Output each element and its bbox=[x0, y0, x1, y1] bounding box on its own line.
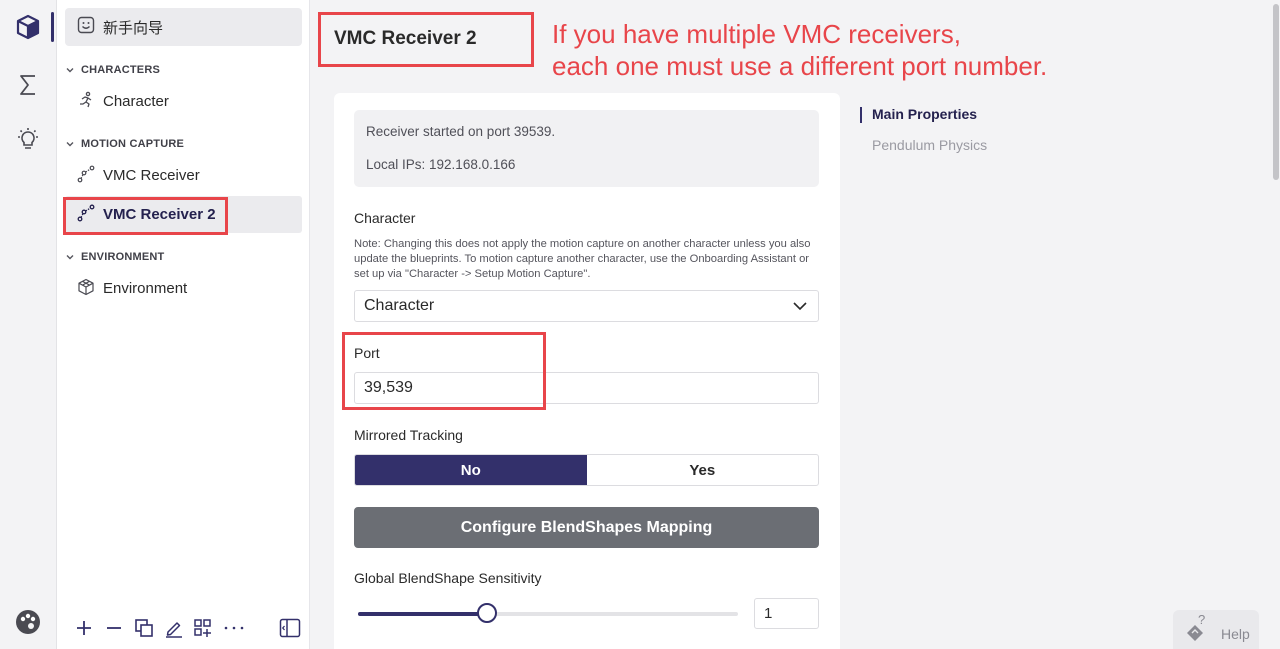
sidebar: 新手向导 CHARACTERS Character MOTION CAPTURE… bbox=[57, 0, 310, 649]
sidebar-item-label: Environment bbox=[103, 280, 188, 297]
scrollbar-thumb[interactable] bbox=[1273, 4, 1279, 180]
sigma-icon[interactable] bbox=[10, 67, 46, 103]
highlight-box-port bbox=[342, 332, 546, 410]
add-grid-icon[interactable] bbox=[189, 613, 219, 643]
character-label: Character bbox=[354, 210, 416, 226]
mirrored-yes-option[interactable]: Yes bbox=[587, 455, 819, 485]
duplicate-icon[interactable] bbox=[129, 613, 159, 643]
toc-item-main-properties[interactable]: Main Properties bbox=[860, 106, 987, 137]
smiley-icon bbox=[77, 16, 95, 38]
main-panel: VMC Receiver 2 If you have multiple VMC … bbox=[310, 0, 1272, 649]
sidebar-item-label: Character bbox=[103, 93, 169, 110]
chevron-down-icon bbox=[66, 142, 74, 147]
section-title: MOTION CAPTURE bbox=[81, 138, 185, 150]
help-icon: ? bbox=[1183, 612, 1209, 646]
palette-icon[interactable] bbox=[10, 604, 46, 640]
toggle-panel-icon[interactable] bbox=[275, 613, 305, 643]
more-icon[interactable] bbox=[219, 613, 249, 643]
mirrored-tracking-label: Mirrored Tracking bbox=[354, 427, 463, 443]
character-select[interactable]: Character bbox=[354, 290, 819, 322]
sidebar-item-label: VMC Receiver bbox=[103, 167, 200, 184]
motion-nodes-icon bbox=[77, 165, 95, 187]
add-icon[interactable] bbox=[69, 613, 99, 643]
local-ips-text: Local IPs: 192.168.0.166 bbox=[366, 157, 516, 172]
onboarding-label: 新手向导 bbox=[103, 19, 164, 37]
activity-rail bbox=[0, 0, 57, 649]
sensitivity-slider-track[interactable] bbox=[358, 612, 738, 616]
sidebar-item-character[interactable]: Character bbox=[65, 83, 302, 120]
chevron-down-icon bbox=[793, 302, 807, 311]
section-environment[interactable]: ENVIRONMENT bbox=[65, 251, 164, 263]
configure-blendshapes-button[interactable]: Configure BlendShapes Mapping bbox=[354, 507, 819, 548]
status-text: Receiver started on port 39539. bbox=[366, 124, 556, 139]
remove-icon[interactable] bbox=[99, 613, 129, 643]
sensitivity-slider-fill bbox=[358, 612, 488, 616]
section-title: ENVIRONMENT bbox=[81, 251, 165, 263]
help-label: Help bbox=[1221, 625, 1250, 642]
chevron-down-icon bbox=[66, 255, 74, 260]
sidebar-item-environment[interactable]: Environment bbox=[65, 270, 302, 307]
svg-text:?: ? bbox=[1198, 613, 1205, 627]
section-motion-capture[interactable]: MOTION CAPTURE bbox=[65, 138, 184, 150]
annotation-line: each one must use a different port numbe… bbox=[552, 51, 1048, 81]
onboarding-button[interactable]: 新手向导 bbox=[65, 8, 302, 46]
sidebar-toolbar bbox=[57, 607, 310, 649]
sidebar-item-vmc-receiver[interactable]: VMC Receiver bbox=[65, 157, 302, 194]
mirrored-no-option[interactable]: No bbox=[355, 455, 587, 485]
sensitivity-slider-thumb[interactable] bbox=[477, 603, 498, 623]
status-box: Receiver started on port 39539. Local IP… bbox=[354, 110, 819, 187]
scene-cube-icon[interactable] bbox=[10, 9, 46, 45]
scrollbar[interactable] bbox=[1272, 0, 1280, 649]
character-select-value: Character bbox=[364, 297, 435, 314]
mirrored-tracking-toggle: No Yes bbox=[354, 454, 819, 486]
running-figure-icon bbox=[77, 91, 95, 113]
lightbulb-icon[interactable] bbox=[10, 122, 46, 158]
cube-icon bbox=[77, 278, 95, 300]
sensitivity-input[interactable]: 1 bbox=[754, 598, 819, 629]
annotation-line: If you have multiple VMC receivers, bbox=[552, 19, 961, 49]
highlight-box-title bbox=[318, 12, 534, 67]
highlight-box-sidebar bbox=[63, 197, 228, 235]
rename-icon[interactable] bbox=[159, 613, 189, 643]
sensitivity-label: Global BlendShape Sensitivity bbox=[354, 570, 542, 586]
section-characters[interactable]: CHARACTERS bbox=[65, 64, 160, 76]
character-note: Note: Changing this does not apply the m… bbox=[354, 238, 811, 280]
help-button[interactable]: ? Help bbox=[1173, 610, 1259, 649]
table-of-contents: Main Properties Pendulum Physics bbox=[860, 106, 987, 168]
annotation-text: If you have multiple VMC receivers, each… bbox=[552, 18, 1047, 82]
rail-active-indicator bbox=[51, 12, 54, 42]
section-title: CHARACTERS bbox=[81, 64, 160, 76]
chevron-down-icon bbox=[66, 68, 74, 73]
toc-item-pendulum-physics[interactable]: Pendulum Physics bbox=[860, 137, 987, 168]
